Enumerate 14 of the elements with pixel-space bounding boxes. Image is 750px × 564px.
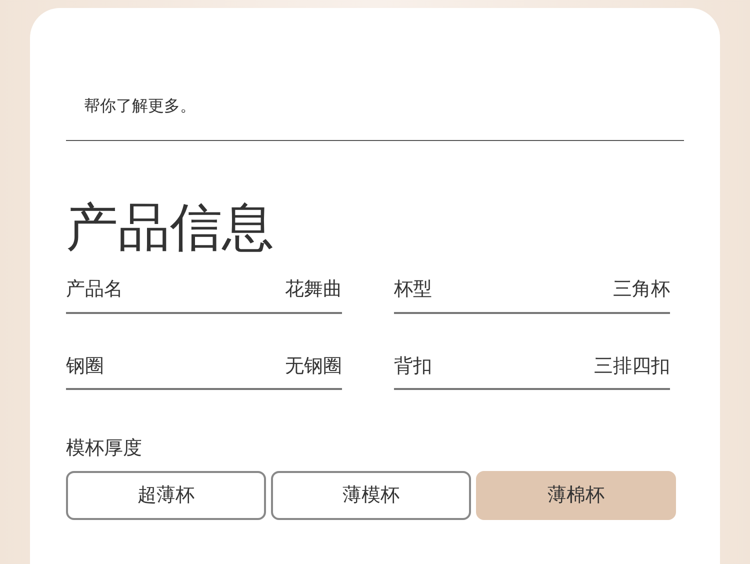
spec-value: 三排四扣 [594, 354, 670, 379]
option-button[interactable]: 薄模杯 [271, 470, 471, 520]
spec-value: 花舞曲 [285, 277, 342, 302]
option-button[interactable]: 超薄杯 [66, 470, 266, 520]
spec-label: 钢圈 [66, 354, 104, 379]
spec-value: 三角杯 [613, 277, 670, 302]
spec-value: 无钢圈 [285, 354, 342, 379]
option-label: 模杯厚度 [66, 436, 142, 462]
intro-text: 帮你了解更多。 [83, 95, 196, 117]
spec-label: 背扣 [394, 354, 432, 379]
option-button[interactable]: 薄棉杯 [476, 470, 676, 520]
section-title: 产品信息 [66, 197, 274, 260]
spec-label: 杯型 [394, 277, 432, 302]
spec-label: 产品名 [66, 277, 123, 302]
